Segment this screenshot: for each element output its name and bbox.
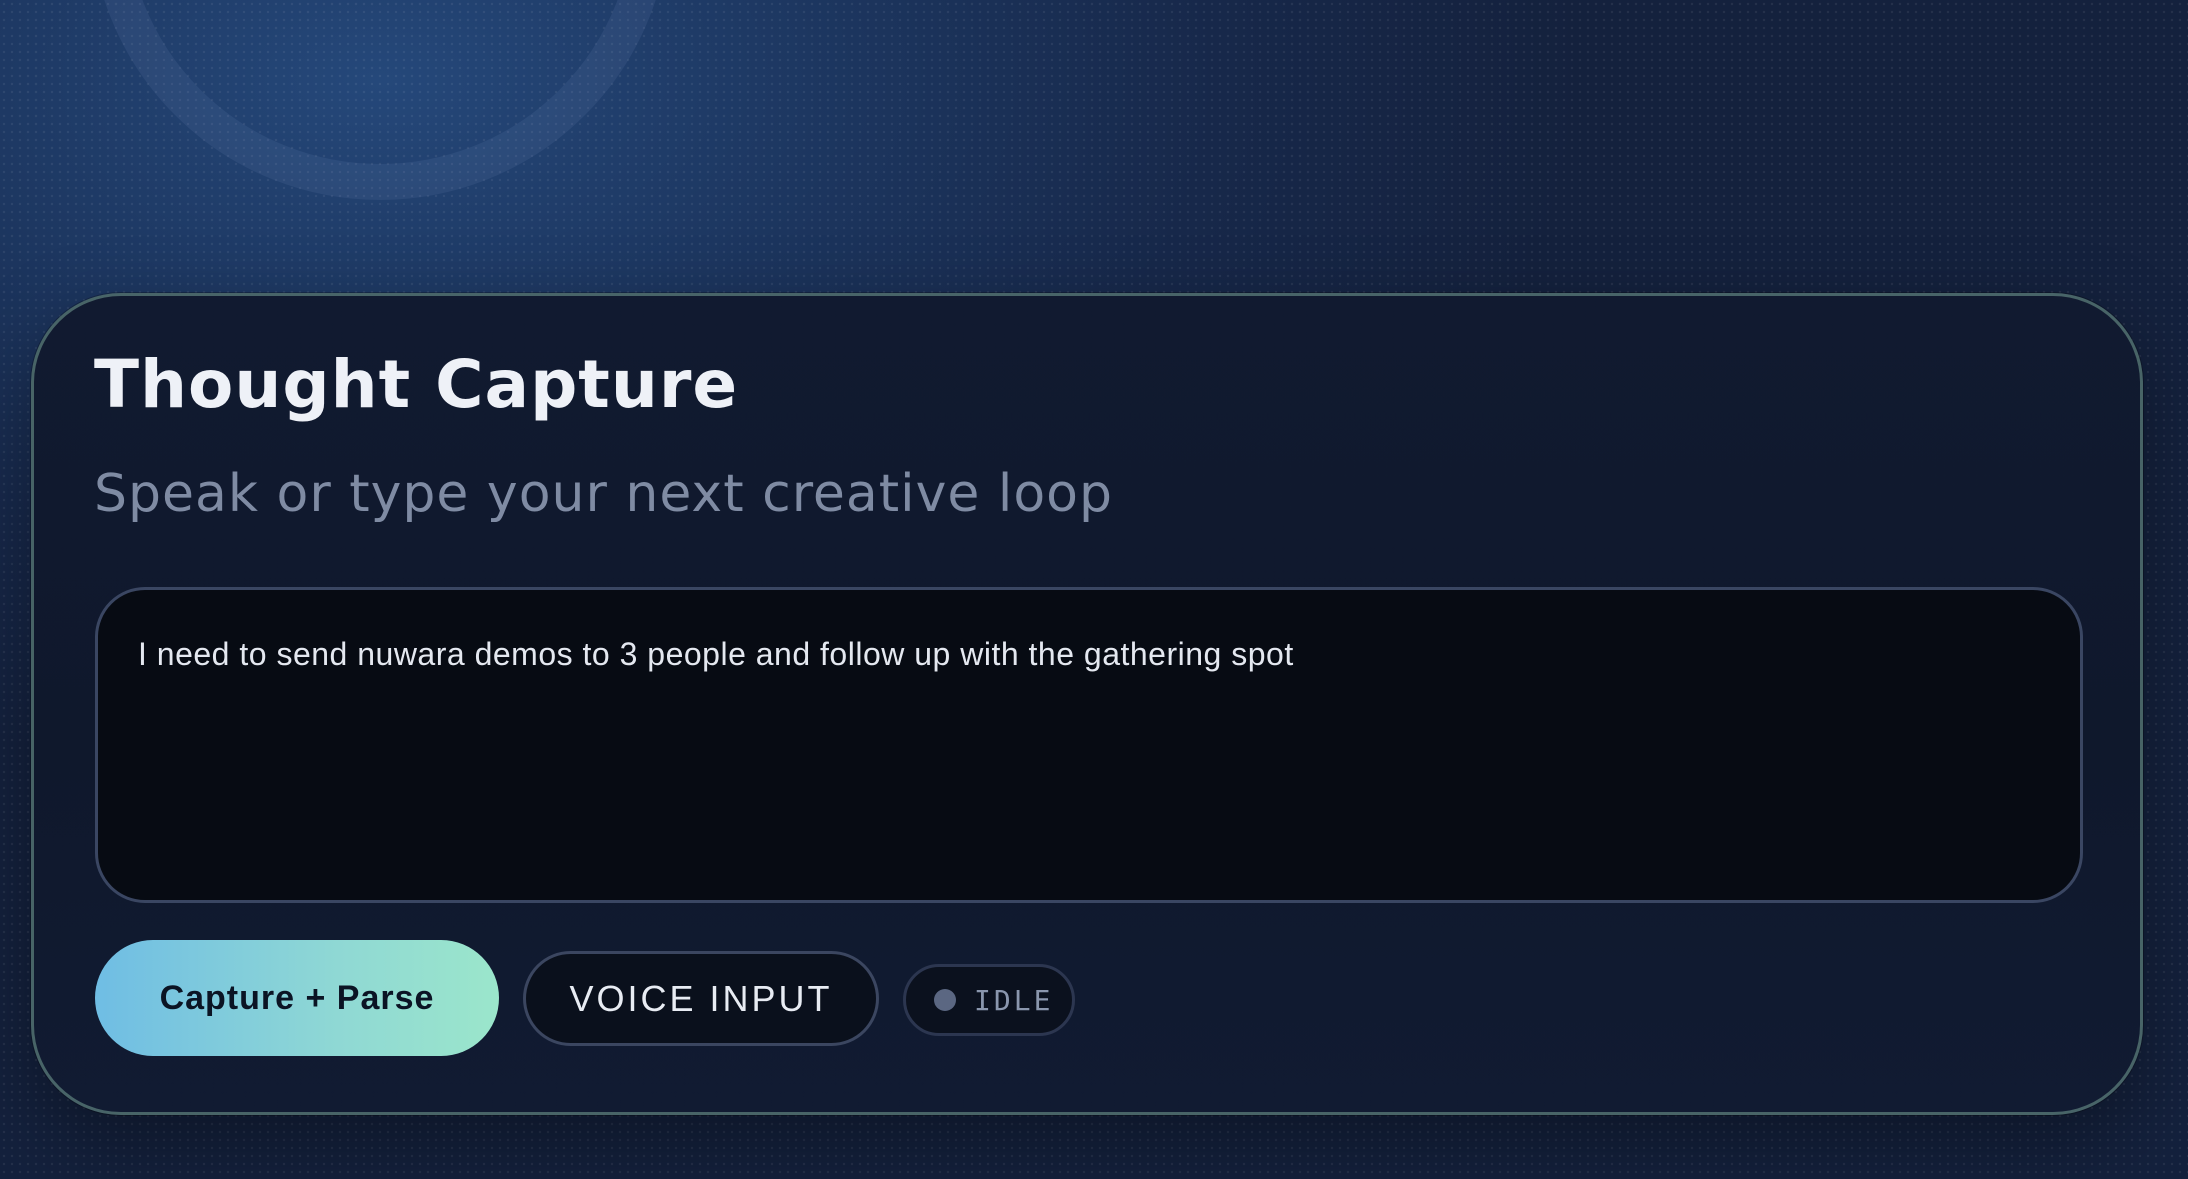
thought-capture-card: Thought Capture Speak or type your next … (31, 293, 2143, 1115)
status-dot-icon (934, 989, 956, 1011)
capture-parse-button[interactable]: Capture + Parse (95, 940, 499, 1056)
card-title: Thought Capture (94, 346, 739, 423)
status-badge: IDLE (903, 964, 1075, 1036)
decorative-ring (90, 0, 670, 200)
card-subtitle: Speak or type your next creative loop (94, 464, 1114, 524)
thought-input[interactable]: I need to send nuwara demos to 3 people … (95, 587, 2083, 903)
status-label: IDLE (974, 983, 1054, 1017)
voice-input-button[interactable]: VOICE INPUT (523, 951, 879, 1046)
